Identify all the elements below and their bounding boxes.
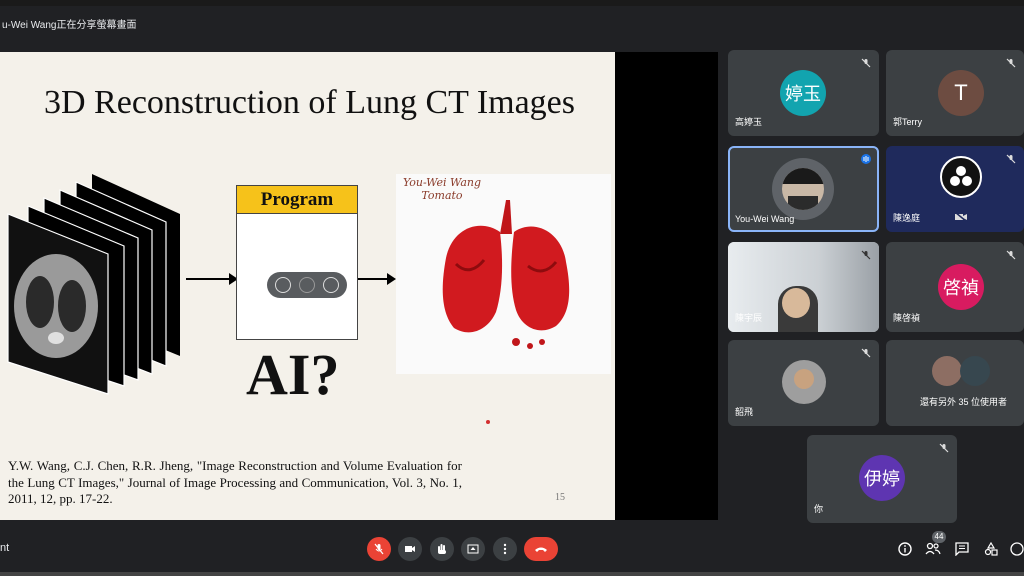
avatar xyxy=(782,360,826,404)
mic-off-icon xyxy=(861,58,871,68)
slide-citation: Y.W. Wang, C.J. Chen, R.R. Jheng, "Image… xyxy=(8,458,462,506)
participant-name: 陳啓禎 xyxy=(893,313,921,323)
avatar: 伊婷 xyxy=(859,455,905,501)
mic-off-icon xyxy=(374,543,384,555)
ai-question: AI? xyxy=(246,342,340,407)
shapes-icon xyxy=(984,542,998,556)
participant-name: 陳逸庭 xyxy=(893,213,921,223)
end-call-icon xyxy=(535,547,547,552)
self-tile[interactable]: 伊婷 你 xyxy=(807,435,957,523)
mic-off-icon[interactable] xyxy=(275,277,291,293)
avatar xyxy=(960,356,990,386)
avatar: 婷玉 xyxy=(780,70,826,116)
hand-icon xyxy=(438,544,446,554)
present-button[interactable] xyxy=(461,537,485,561)
info-icon xyxy=(898,542,912,556)
leave-call-button[interactable] xyxy=(524,537,558,561)
participant-tile[interactable]: 陳逸庭 xyxy=(886,146,1024,232)
mic-off-icon xyxy=(861,250,871,260)
host-controls-button[interactable] xyxy=(1008,540,1024,558)
participant-tile[interactable]: 陳宇辰 xyxy=(728,242,879,332)
program-label: Program xyxy=(237,186,357,214)
participant-tile[interactable]: 韶飛 xyxy=(728,340,879,426)
people-icon xyxy=(925,542,941,555)
raise-hand-button[interactable] xyxy=(430,537,454,561)
participant-count-badge: 44 xyxy=(932,531,946,543)
lung-3d-image xyxy=(442,200,570,349)
participant-name: 陳宇辰 xyxy=(735,313,763,323)
mic-toggle-button[interactable] xyxy=(367,537,391,561)
participant-tile-active[interactable]: You-Wei Wang xyxy=(728,146,879,232)
participant-name: 郭Terry xyxy=(893,117,922,127)
program-box: Program xyxy=(236,185,358,340)
mic-off-icon xyxy=(1006,250,1016,260)
others-tile[interactable]: 還有另外 35 位使用者 xyxy=(886,340,1024,426)
mic-off-icon xyxy=(1006,154,1016,164)
participant-name: 你 xyxy=(814,504,824,514)
more-vert-icon xyxy=(503,543,507,555)
others-count-label: 還有另外 35 位使用者 xyxy=(920,397,1008,407)
participant-name: 高婷玉 xyxy=(735,117,763,127)
top-bar: u-Wei Wang正在分享螢幕畫面 xyxy=(0,0,1024,44)
ct-image-stack xyxy=(7,174,180,395)
avatar xyxy=(932,356,962,386)
bottom-control-bar: nt 44 xyxy=(0,528,1024,576)
camera-off-icon xyxy=(954,212,968,222)
mic-off-icon xyxy=(1006,58,1016,68)
taskbar-strip xyxy=(0,572,1024,576)
chat-icon xyxy=(955,542,969,556)
obs-logo-icon xyxy=(940,156,982,198)
lock-person-icon xyxy=(1010,542,1024,556)
meeting-info-button[interactable] xyxy=(896,540,914,558)
laser-pointer xyxy=(486,420,490,424)
share-banner: u-Wei Wang正在分享螢幕畫面 xyxy=(2,20,137,31)
participant-name: 韶飛 xyxy=(735,407,754,417)
camera-icon[interactable] xyxy=(299,277,315,293)
camera-icon xyxy=(405,546,415,552)
arrow-to-program xyxy=(186,273,238,285)
participant-tile[interactable]: 婷玉 高婷玉 xyxy=(728,50,879,136)
window-strip xyxy=(0,0,1024,6)
participant-tile[interactable]: 啓禎 陳啓禎 xyxy=(886,242,1024,332)
shared-slide: 3D Reconstruction of Lung CT Images Prog… xyxy=(0,52,615,520)
chat-button[interactable] xyxy=(953,540,971,558)
floating-controls[interactable] xyxy=(267,272,347,298)
avatar: T xyxy=(938,70,984,116)
slide-title: 3D Reconstruction of Lung CT Images xyxy=(44,84,576,121)
present-screen-icon xyxy=(467,544,479,554)
participant-name: You-Wei Wang xyxy=(735,214,795,224)
person-face xyxy=(782,288,810,318)
slide-page-number: 15 xyxy=(555,492,565,503)
participant-tile[interactable]: T 郭Terry xyxy=(886,50,1024,136)
minimize-icon[interactable] xyxy=(323,277,339,293)
camera-toggle-button[interactable] xyxy=(398,537,422,561)
meeting-details-label[interactable]: nt xyxy=(0,542,9,554)
mic-off-icon xyxy=(939,443,949,453)
more-options-button[interactable] xyxy=(493,537,517,561)
avatar: 啓禎 xyxy=(938,264,984,310)
speaking-indicator-icon xyxy=(861,154,871,164)
lung-render-panel: You-Wei Wang Tomato xyxy=(396,174,611,374)
avatar xyxy=(772,158,834,220)
presentation-area: 3D Reconstruction of Lung CT Images Prog… xyxy=(0,52,718,520)
activities-button[interactable] xyxy=(982,540,1000,558)
mic-off-icon xyxy=(861,348,871,358)
arrow-to-lung xyxy=(358,273,396,285)
